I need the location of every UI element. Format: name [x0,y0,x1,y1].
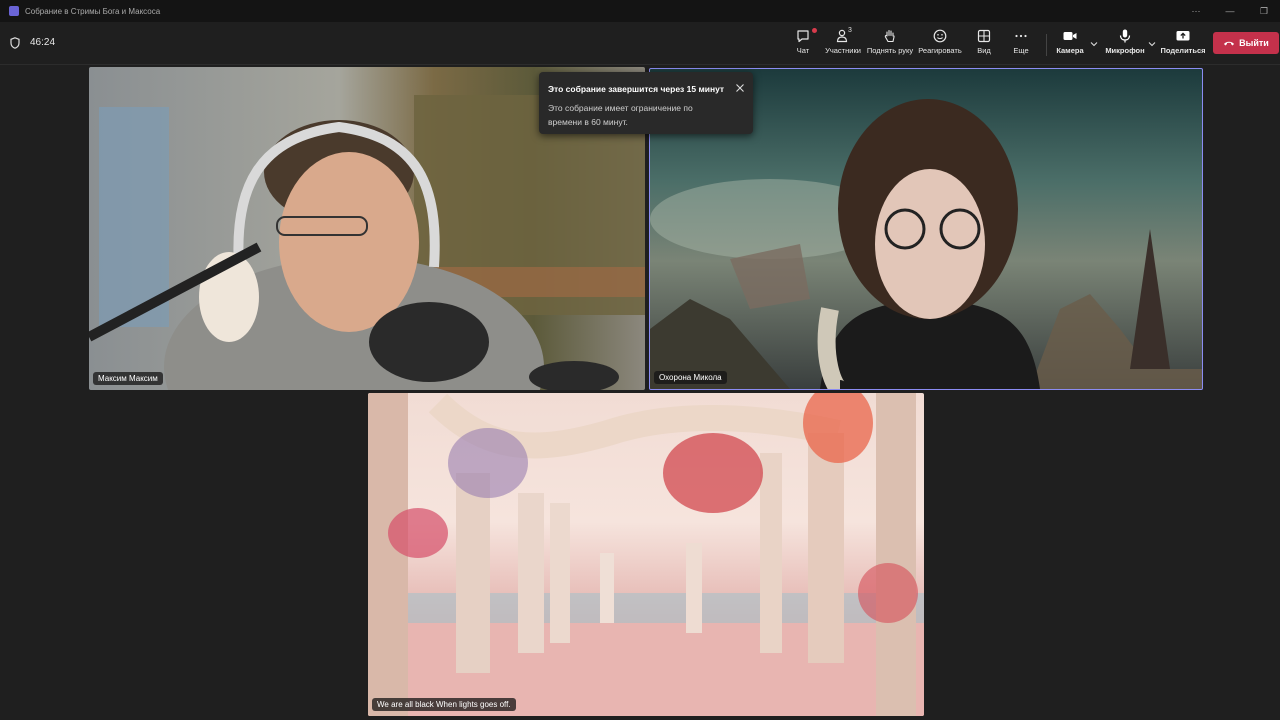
notification-title: Это собрание завершится через 15 минут [548,84,725,94]
window-minimize-button[interactable]: — [1224,6,1236,16]
more-button[interactable]: Еще [1009,28,1033,60]
participants-count: 3 [848,27,852,34]
meeting-toolbar: 46:24 Чат 3 Участники Поднять руку Реаги… [0,22,1280,65]
share-label: Поделиться [1160,46,1206,55]
grid-icon [977,29,991,43]
more-label: Еще [1013,46,1029,55]
more-dots-icon [1015,34,1027,38]
react-label: Реагировать [918,46,962,55]
participant-name-tag-1: Максим Максим [93,372,163,385]
chat-icon [797,30,809,43]
camera-icon [1063,32,1077,40]
shared-video-scene [368,393,924,716]
window-title: Собрание в Стримы Бога и Максоса [25,6,161,16]
chat-button[interactable]: Чат [791,28,817,60]
hang-up-icon [1224,41,1235,46]
participant-name-tag-3: We are all black When lights goes off. [372,698,516,711]
chat-unread-dot [812,28,817,33]
view-label: Вид [977,46,991,55]
microphone-button[interactable]: Микрофон [1105,28,1145,60]
participants-button[interactable]: 3 Участники [822,27,864,60]
microphone-label: Микрофон [1105,46,1145,55]
camera-button[interactable]: Камера [1056,28,1084,60]
window-controls: ··· — ❐ [1190,0,1270,22]
close-icon[interactable] [735,83,745,93]
title-bar: Собрание в Стримы Бога и Максоса ··· — ❐ [0,0,1280,22]
chat-label: Чат [796,46,810,55]
camera-label: Камера [1056,46,1084,55]
microphone-icon [1119,29,1131,43]
meeting-time-limit-notification: Это собрание завершится через 15 минут Э… [539,72,753,134]
raise-hand-label: Поднять руку [866,46,914,55]
hand-icon [884,29,895,43]
participants-label: Участники [825,46,861,55]
share-screen-icon [1176,31,1190,41]
raise-hand-button[interactable]: Поднять руку [866,28,914,60]
microphone-options-chevron-icon[interactable] [1148,40,1156,48]
leave-label: Выйти [1239,38,1269,48]
shield-icon [10,37,20,49]
leave-button[interactable]: Выйти [1213,32,1279,54]
meeting-timer: 46:24 [30,37,56,48]
participant-tile-3[interactable]: We are all black When lights goes off. [368,393,924,716]
window-more-button[interactable]: ··· [1190,6,1202,16]
toolbar-divider [1046,34,1047,56]
notification-body: Это собрание имеет ограничение по времен… [548,103,693,127]
view-button[interactable]: Вид [972,28,996,60]
participant-name-tag-2: Охорона Микола [654,371,727,384]
react-button[interactable]: Реагировать [918,28,962,60]
smiley-icon [933,29,947,43]
window-restore-button[interactable]: ❐ [1258,6,1270,17]
camera-options-chevron-icon[interactable] [1090,40,1098,48]
teams-app-icon [9,6,19,16]
share-button[interactable]: Поделиться [1160,28,1206,60]
